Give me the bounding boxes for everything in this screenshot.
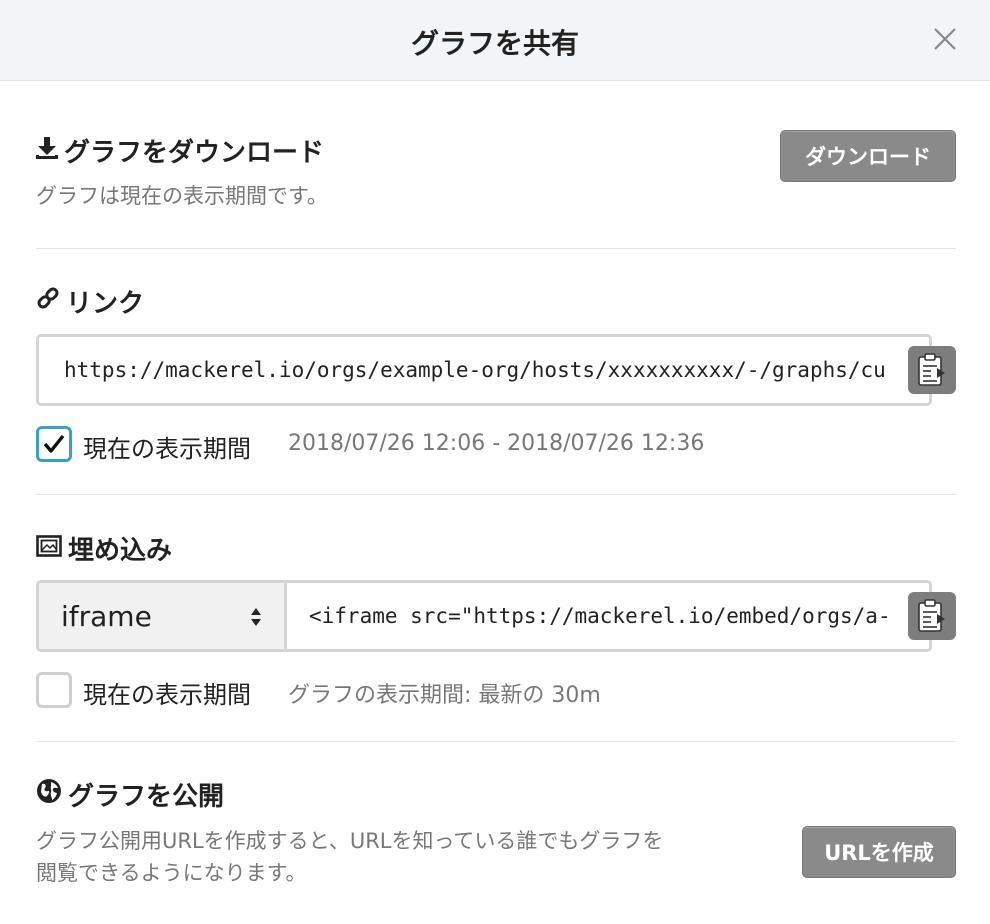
download-title-label: グラフをダウンロード: [64, 138, 325, 168]
checkmark-icon: [43, 434, 65, 453]
link-period-range: 2018/07/26 12:06 - 2018/07/26 12:36: [288, 431, 705, 456]
clipboard-icon: [918, 599, 945, 632]
link-title-label: リンク: [66, 289, 145, 319]
link-section-title: リンク: [36, 283, 144, 320]
copy-link-button[interactable]: [908, 346, 956, 394]
download-section-title: グラフをダウンロード: [36, 132, 324, 169]
publish-description-line1: グラフ公開用URLを作成すると、URLを知っている誰でもグラフを: [36, 829, 664, 853]
link-icon: [36, 286, 60, 317]
clipboard-icon: [918, 353, 945, 386]
image-frame-icon: [36, 534, 62, 564]
embed-period-checkbox[interactable]: [36, 672, 72, 708]
publish-section-title: グラフを公開: [36, 776, 224, 813]
divider: [36, 248, 956, 249]
link-url-text: https://mackerel.io/orgs/example-org/hos…: [64, 358, 886, 382]
embed-input-group: iframe <iframe src="https://mackerel.io/…: [36, 580, 932, 652]
create-url-button[interactable]: URLを作成: [802, 826, 956, 878]
divider: [36, 494, 956, 495]
embed-section-title: 埋め込み: [36, 530, 172, 567]
embed-format-select[interactable]: iframe: [39, 583, 287, 649]
copy-embed-button[interactable]: [908, 592, 956, 640]
close-button[interactable]: [930, 24, 960, 54]
publish-title-label: グラフを公開: [68, 782, 225, 812]
select-arrows-icon: [251, 608, 261, 626]
dialog-title: グラフを共有: [410, 27, 579, 60]
embed-title-label: 埋め込み: [68, 536, 173, 566]
publish-description-line2: 閲覧できるようになります。: [36, 861, 307, 885]
embed-period-label: 現在の表示期間: [83, 681, 251, 709]
globe-icon: [36, 778, 62, 811]
download-icon: [36, 135, 58, 166]
close-icon: [934, 28, 956, 50]
embed-code-field[interactable]: <iframe src="https://mackerel.io/embed/o…: [287, 583, 929, 649]
link-url-field[interactable]: https://mackerel.io/orgs/example-org/hos…: [36, 334, 932, 406]
embed-period-note: グラフの表示期間: 最新の 30m: [288, 683, 601, 708]
dialog-header: グラフを共有: [0, 0, 990, 81]
download-description: グラフは現在の表示期間です。: [36, 184, 328, 208]
download-button[interactable]: ダウンロード: [780, 130, 956, 182]
embed-code-text: <iframe src="https://mackerel.io/embed/o…: [309, 604, 891, 628]
embed-format-value: iframe: [61, 599, 152, 633]
link-period-label: 現在の表示期間: [83, 435, 251, 463]
link-period-checkbox[interactable]: [36, 426, 72, 462]
divider: [36, 741, 956, 742]
